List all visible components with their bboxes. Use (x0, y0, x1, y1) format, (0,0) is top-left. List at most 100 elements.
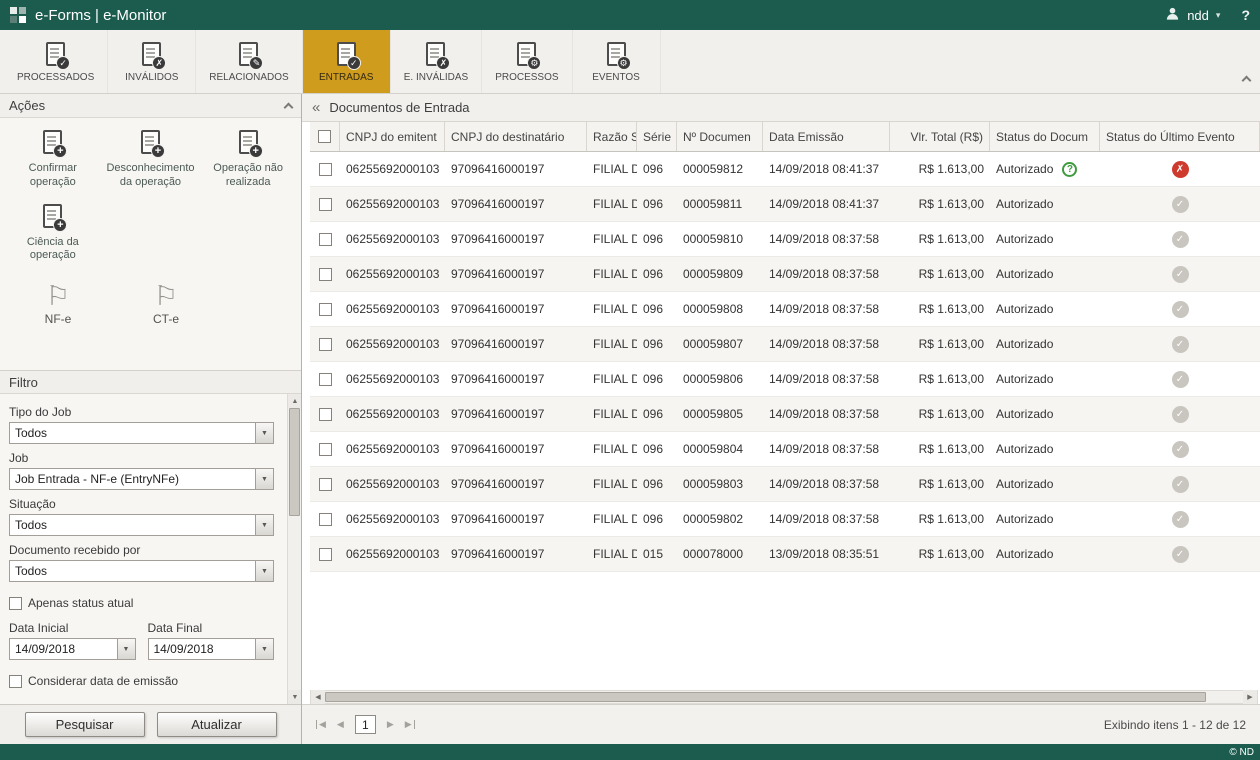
column-valor-total[interactable]: Vlr. Total (R$) (890, 122, 990, 151)
cell-numero-documento: 000059809 (677, 257, 763, 291)
confirmar-operacao-button[interactable]: Confirmar operação (6, 130, 100, 190)
ciencia-operacao-button[interactable]: Ciência da operação (6, 204, 100, 264)
tab-e-invalidas[interactable]: E. INVÁLIDAS (391, 30, 482, 93)
column-cnpj-destinatario[interactable]: CNPJ do destinatário (445, 122, 587, 151)
filter-scrollbar[interactable] (287, 394, 301, 704)
row-checkbox[interactable] (319, 303, 332, 316)
chevron-down-icon[interactable] (255, 515, 273, 535)
cell-data-emissao: 14/09/2018 08:41:37 (763, 152, 890, 186)
checkbox-box[interactable] (9, 597, 22, 610)
tab-processados[interactable]: PROCESSADOS (4, 30, 108, 93)
checkbox-box[interactable] (9, 675, 22, 688)
tab-invalidos[interactable]: INVÁLIDOS (108, 30, 196, 93)
table-row[interactable]: 0625569200010397096416000197FILIAL D0960… (310, 152, 1260, 187)
cell-razao-social: FILIAL D (587, 222, 637, 256)
column-status-ultimo-evento[interactable]: Status do Último Evento (1100, 122, 1260, 151)
scroll-up-icon[interactable] (288, 394, 301, 408)
chevron-down-icon[interactable] (255, 639, 273, 659)
row-checkbox[interactable] (319, 548, 332, 561)
desconhecimento-operacao-button[interactable]: Desconhecimento da operação (104, 130, 198, 190)
apenas-status-atual-checkbox[interactable]: Apenas status atual (9, 596, 274, 610)
row-checkbox[interactable] (319, 513, 332, 526)
tab-eventos[interactable]: EVENTOS (573, 30, 661, 93)
column-razao-social[interactable]: Razão S (587, 122, 637, 151)
tab-relacionados[interactable]: RELACIONADOS (196, 30, 302, 93)
operacao-nao-realizada-button[interactable]: Operação não realizada (201, 130, 295, 190)
user-menu[interactable]: ndd (1187, 8, 1209, 23)
tipo-do-job-select[interactable]: Todos (9, 422, 274, 444)
data-final-select[interactable]: 14/09/2018 (148, 638, 275, 660)
pager-first-button[interactable] (316, 720, 326, 729)
cell-razao-social: FILIAL D (587, 362, 637, 396)
success-status-icon (1172, 231, 1189, 248)
documento-recebido-por-select[interactable]: Todos (9, 560, 274, 582)
scroll-right-icon[interactable] (1243, 690, 1257, 704)
row-checkbox[interactable] (319, 408, 332, 421)
column-numero-documento[interactable]: Nº Documen (677, 122, 763, 151)
table-row[interactable]: 0625569200010397096416000197FILIAL D0960… (310, 362, 1260, 397)
select-all-checkbox[interactable] (318, 130, 331, 143)
chevron-down-icon[interactable] (255, 561, 273, 581)
checkbox-label: Apenas status atual (28, 596, 133, 610)
cell-serie: 096 (637, 327, 677, 361)
table-row[interactable]: 0625569200010397096416000197FILIAL D0960… (310, 222, 1260, 257)
chevron-down-icon[interactable]: ▾ (1216, 10, 1221, 21)
row-checkbox[interactable] (319, 268, 332, 281)
table-row[interactable]: 0625569200010397096416000197FILIAL D0960… (310, 397, 1260, 432)
help-button[interactable]: ? (1241, 7, 1250, 23)
row-checkbox[interactable] (319, 198, 332, 211)
cell-serie: 096 (637, 187, 677, 221)
tab-entradas[interactable]: ENTRADAS (303, 30, 391, 93)
column-cnpj-emitente[interactable]: CNPJ do emitent (340, 122, 445, 151)
table-row[interactable]: 0625569200010397096416000197FILIAL D0960… (310, 187, 1260, 222)
row-checkbox[interactable] (319, 373, 332, 386)
atualizar-button[interactable]: Atualizar (157, 712, 277, 737)
table-row[interactable]: 0625569200010397096416000197FILIAL D0960… (310, 432, 1260, 467)
table-row[interactable]: 0625569200010397096416000197FILIAL D0960… (310, 292, 1260, 327)
horizontal-scrollbar[interactable] (310, 690, 1258, 704)
table-row[interactable]: 0625569200010397096416000197FILIAL D0960… (310, 467, 1260, 502)
row-checkbox[interactable] (319, 163, 332, 176)
pagination-bar: 1 Exibindo itens 1 - 12 de 12 (302, 704, 1260, 744)
nfe-flag-button[interactable]: NF-e (32, 283, 84, 326)
collapse-actions-icon[interactable] (284, 102, 294, 112)
scrollbar-thumb[interactable] (289, 408, 300, 516)
table-row[interactable]: 0625569200010397096416000197FILIAL D0960… (310, 257, 1260, 292)
considerar-data-emissao-checkbox[interactable]: Considerar data de emissão (9, 674, 274, 688)
collapse-ribbon-icon[interactable] (1242, 76, 1252, 86)
chevron-down-icon[interactable] (255, 469, 273, 489)
column-status-documento[interactable]: Status do Docum (990, 122, 1100, 151)
actions-panel-title: Ações (9, 98, 45, 113)
column-serie[interactable]: Série (637, 122, 677, 151)
pager-last-button[interactable] (405, 720, 415, 729)
column-data-emissao[interactable]: Data Emissão (763, 122, 890, 151)
cell-cnpj-destinatario: 97096416000197 (445, 292, 587, 326)
job-select[interactable]: Job Entrada - NF-e (EntryNFe) (9, 468, 274, 490)
tab-processos[interactable]: PROCESSOS (482, 30, 572, 93)
pesquisar-button[interactable]: Pesquisar (25, 712, 145, 737)
scroll-down-icon[interactable] (288, 690, 301, 704)
table-row[interactable]: 0625569200010397096416000197FILIAL D0150… (310, 537, 1260, 572)
cell-valor-total: R$ 1.613,00 (890, 432, 990, 466)
pager-next-button[interactable] (387, 720, 394, 729)
data-inicial-select[interactable]: 14/09/2018 (9, 638, 136, 660)
cell-numero-documento: 000059810 (677, 222, 763, 256)
chevron-down-icon[interactable] (255, 423, 273, 443)
collapse-sidebar-icon[interactable]: « (312, 99, 320, 116)
situacao-select[interactable]: Todos (9, 514, 274, 536)
question-icon[interactable]: ? (1062, 162, 1077, 177)
row-checkbox[interactable] (319, 478, 332, 491)
chevron-down-icon[interactable] (117, 639, 135, 659)
row-checkbox[interactable] (319, 338, 332, 351)
row-checkbox[interactable] (319, 443, 332, 456)
table-row[interactable]: 0625569200010397096416000197FILIAL D0960… (310, 502, 1260, 537)
cte-flag-button[interactable]: CT-e (140, 283, 192, 326)
pager-prev-button[interactable] (337, 720, 344, 729)
row-checkbox[interactable] (319, 233, 332, 246)
table-row[interactable]: 0625569200010397096416000197FILIAL D0960… (310, 327, 1260, 362)
scrollbar-thumb[interactable] (325, 692, 1206, 702)
scroll-left-icon[interactable] (311, 690, 325, 704)
pager-current-page[interactable]: 1 (355, 715, 376, 734)
user-icon (1165, 6, 1180, 24)
cell-status-documento: Autorizado (990, 397, 1100, 431)
